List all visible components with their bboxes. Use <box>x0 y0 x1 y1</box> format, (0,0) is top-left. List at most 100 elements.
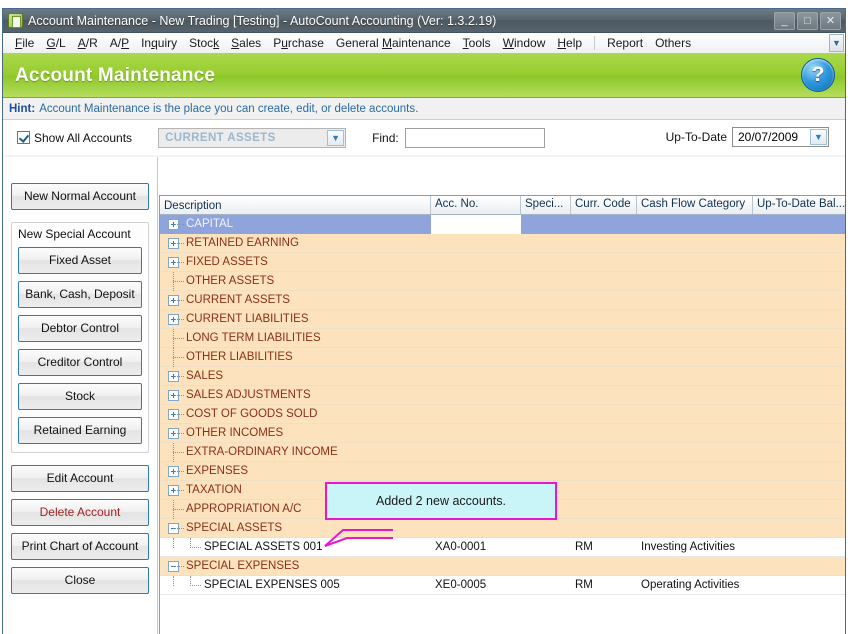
table-row[interactable]: CURRENT LIABILITIES <box>160 310 845 329</box>
application-window: Account Maintenance - New Trading [Testi… <box>2 8 846 634</box>
account-description-label: CURRENT ASSETS <box>186 294 290 306</box>
table-row[interactable]: CURRENT ASSETS <box>160 291 845 310</box>
chevron-down-icon[interactable]: ▼ <box>327 130 344 146</box>
tree-leaf-connector-icon <box>164 348 186 367</box>
table-row[interactable]: SPECIAL EXPENSES <box>160 557 845 576</box>
edit-account-button[interactable]: Edit Account <box>11 465 149 492</box>
print-chart-of-account-button[interactable]: Print Chart of Account <box>11 533 149 560</box>
special-account-debtor-control-button[interactable]: Debtor Control <box>18 315 142 342</box>
minimize-icon: _ <box>775 13 794 29</box>
account-description-label: SALES ADJUSTMENTS <box>186 389 311 401</box>
tree-expand-plus-icon <box>164 386 186 405</box>
account-description-label: SPECIAL EXPENSES 005 <box>204 579 340 591</box>
tree-child-connector-icon <box>164 576 204 595</box>
menu-item-general-maintenance[interactable]: General Maintenance <box>330 34 457 52</box>
cell-description: SALES <box>160 367 431 386</box>
tree-expand-plus-icon <box>164 481 186 500</box>
help-button[interactable]: ? <box>801 58 835 92</box>
cell-description: LONG TERM LIABILITIES <box>160 329 431 348</box>
menu-item-inquiry[interactable]: Inquiry <box>135 34 183 52</box>
table-row[interactable]: SPECIAL ASSETS <box>160 519 845 538</box>
maximize-button[interactable]: □ <box>797 12 818 30</box>
app-icon <box>8 13 23 28</box>
column-header-curr-code[interactable]: Curr. Code <box>571 196 637 214</box>
uptodate-date-picker[interactable]: 20/07/2009 ▼ <box>732 127 829 147</box>
menu-item-sales[interactable]: Sales <box>225 34 267 52</box>
account-description-label: OTHER LIABILITIES <box>186 351 293 363</box>
table-row[interactable]: FIXED ASSETS <box>160 253 845 272</box>
table-row[interactable]: OTHER INCOMES <box>160 424 845 443</box>
account-description-label: SPECIAL ASSETS 001 <box>204 541 322 553</box>
column-header-acc-no[interactable]: Acc. No. <box>431 196 521 214</box>
delete-account-button[interactable]: Delete Account <box>11 499 149 526</box>
new-normal-account-button[interactable]: New Normal Account <box>11 183 149 210</box>
window-controls: _ □ ✕ <box>774 12 841 30</box>
table-row[interactable]: EXPENSES <box>160 462 845 481</box>
table-row[interactable]: SALES ADJUSTMENTS <box>160 386 845 405</box>
tree-expand-plus-icon <box>164 310 186 329</box>
special-account-creditor-control-button[interactable]: Creditor Control <box>18 349 142 376</box>
table-row[interactable]: EXTRA-ORDINARY INCOME <box>160 443 845 462</box>
menu-item-a-p[interactable]: A/P <box>104 34 135 52</box>
hint-text: Account Maintenance is the place you can… <box>39 103 418 115</box>
menu-item-window[interactable]: Window <box>497 34 552 52</box>
column-header-speci[interactable]: Speci... <box>521 196 571 214</box>
table-row[interactable]: RETAINED EARNING <box>160 234 845 253</box>
account-description-label: LONG TERM LIABILITIES <box>186 332 321 344</box>
table-row[interactable]: OTHER LIABILITIES <box>160 348 845 367</box>
cell-description: OTHER ASSETS <box>160 272 431 291</box>
table-row[interactable]: OTHER ASSETS <box>160 272 845 291</box>
column-header-description[interactable]: Description <box>160 196 431 214</box>
cell-description: FIXED ASSETS <box>160 253 431 272</box>
menu-item-tools[interactable]: Tools <box>457 34 497 52</box>
close-button[interactable]: ✕ <box>820 12 841 30</box>
menu-item-g-l[interactable]: G/L <box>40 34 71 52</box>
menu-bar: FileG/LA/RA/PInquiryStockSalesPurchaseGe… <box>3 33 845 54</box>
table-row[interactable]: LONG TERM LIABILITIES <box>160 329 845 348</box>
menu-item-help[interactable]: Help <box>551 34 588 52</box>
show-all-accounts-label: Show All Accounts <box>34 131 132 145</box>
table-row[interactable]: CAPITAL <box>160 215 845 234</box>
special-account-retained-earning-button[interactable]: Retained Earning <box>18 417 142 444</box>
close-button[interactable]: Close <box>11 567 149 594</box>
account-description-label: APPROPRIATION A/C <box>186 503 301 515</box>
menu-item-report[interactable]: Report <box>601 34 649 52</box>
tree-leaf-connector-icon <box>164 329 186 348</box>
calendar-chevron-down-icon[interactable]: ▼ <box>810 129 827 145</box>
new-special-account-group: New Special Account Fixed AssetBank, Cas… <box>11 222 149 453</box>
tree-collapse-minus-icon <box>164 557 186 576</box>
account-description-label: CAPITAL <box>186 218 233 230</box>
menu-item-purchase[interactable]: Purchase <box>267 34 330 52</box>
table-row[interactable]: COST OF GOODS SOLD <box>160 405 845 424</box>
menu-item-file[interactable]: File <box>9 34 40 52</box>
show-all-accounts-checkbox[interactable]: Show All Accounts <box>17 131 132 145</box>
special-account-fixed-asset-button[interactable]: Fixed Asset <box>18 247 142 274</box>
special-account-bank-cash-deposit-button[interactable]: Bank, Cash, Deposit <box>18 281 142 308</box>
table-row[interactable]: SPECIAL EXPENSES 005XE0-0005RMOperating … <box>160 576 845 595</box>
account-description-label: FIXED ASSETS <box>186 256 268 268</box>
tree-expand-plus-icon <box>164 234 186 253</box>
special-account-stock-button[interactable]: Stock <box>18 383 142 410</box>
cell-currency-code: RM <box>571 541 637 553</box>
account-type-value: CURRENT ASSETS <box>159 132 276 144</box>
cell-description: EXTRA-ORDINARY INCOME <box>160 443 431 462</box>
tree-expand-plus-icon <box>164 462 186 481</box>
cell-description: RETAINED EARNING <box>160 234 431 253</box>
tree-leaf-connector-icon <box>164 272 186 291</box>
column-header-cash-flow-category[interactable]: Cash Flow Category <box>637 196 753 214</box>
minimize-button[interactable]: _ <box>774 12 795 30</box>
find-label: Find: <box>372 131 399 145</box>
cell-description: OTHER INCOMES <box>160 424 431 443</box>
account-type-select[interactable]: CURRENT ASSETS ▼ <box>158 128 346 148</box>
menu-item-a-r[interactable]: A/R <box>72 34 104 52</box>
column-header-up-to-date-bal[interactable]: Up-To-Date Bal... <box>753 196 845 214</box>
menu-item-stock[interactable]: Stock <box>183 34 225 52</box>
menu-item-others[interactable]: Others <box>649 34 697 52</box>
account-description-label: SPECIAL EXPENSES <box>186 560 299 572</box>
table-row[interactable]: SPECIAL ASSETS 001XA0-0001RMInvesting Ac… <box>160 538 845 557</box>
cell-currency-code: RM <box>571 579 637 591</box>
filter-bar: Show All Accounts CURRENT ASSETS ▼ Find:… <box>3 120 845 155</box>
find-input[interactable] <box>405 128 545 148</box>
table-row[interactable]: SALES <box>160 367 845 386</box>
menu-overflow-button[interactable]: ▼ <box>829 34 844 52</box>
